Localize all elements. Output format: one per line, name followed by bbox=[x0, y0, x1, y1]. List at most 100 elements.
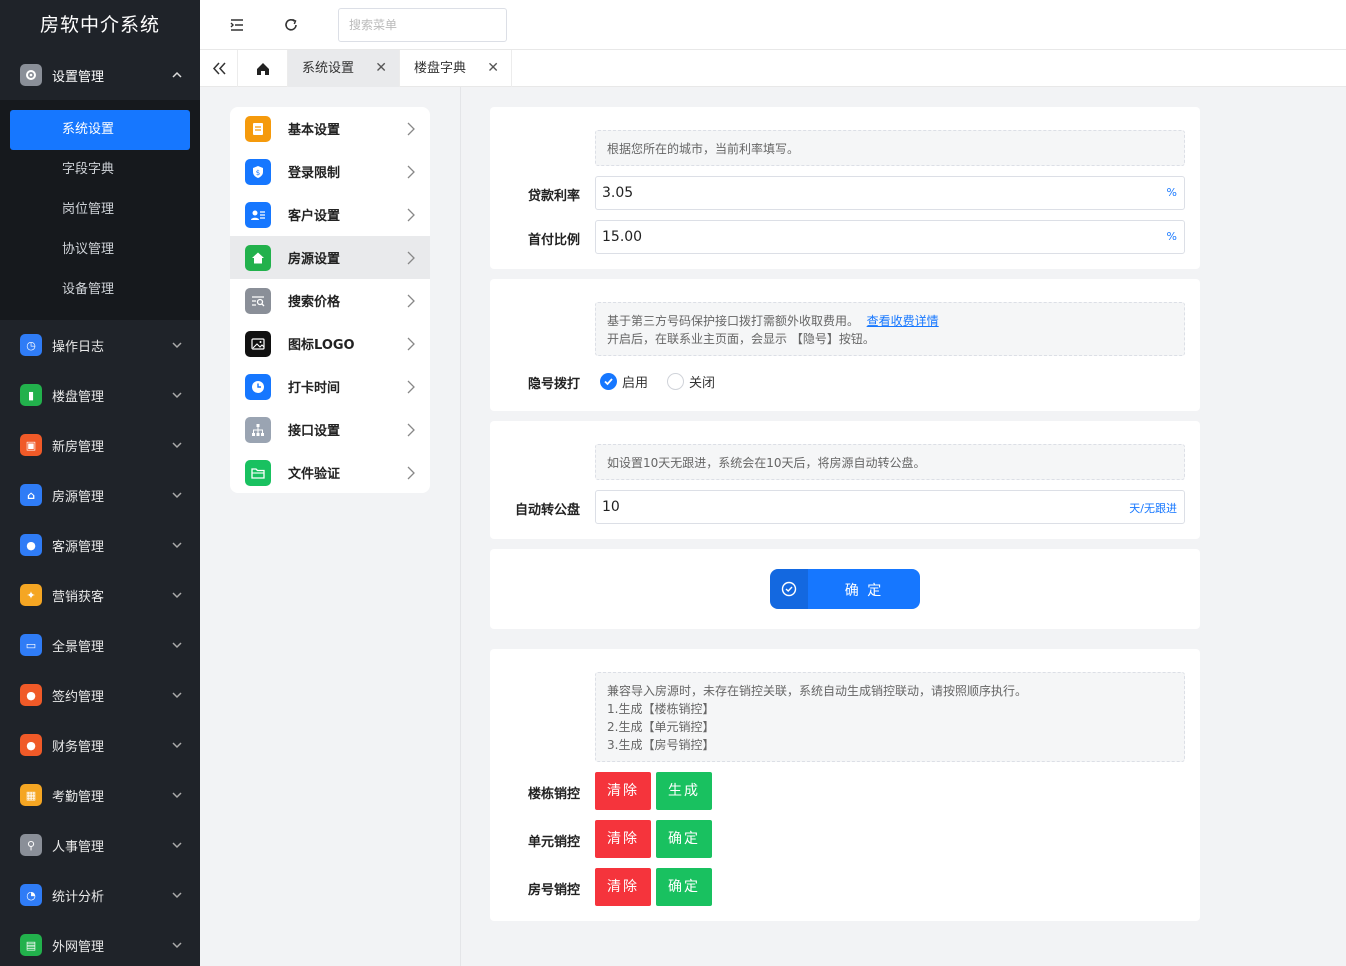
check-circle-icon bbox=[770, 569, 808, 609]
sidebar-group-item[interactable]: ● 客源管理 bbox=[0, 520, 200, 570]
sales-note-line: 1.生成【楼栋销控】 bbox=[607, 702, 715, 716]
sidebar-item-position-management[interactable]: 岗位管理 bbox=[0, 190, 200, 230]
image-icon bbox=[245, 330, 271, 357]
auto-public-note: 如设置10天无跟进，系统会在10天后，将房源自动转公盘。 bbox=[595, 444, 1185, 480]
chevron-down-icon bbox=[172, 392, 182, 399]
chevron-down-icon bbox=[172, 592, 182, 599]
sidebar-group-label: 房源管理 bbox=[52, 489, 105, 505]
sidebar-item-agreement-management[interactable]: 协议管理 bbox=[0, 230, 200, 270]
menu-collapse-icon[interactable] bbox=[228, 16, 246, 34]
loan-rate-input[interactable]: 3.05 % bbox=[595, 176, 1185, 210]
unit-confirm-button[interactable]: 确定 bbox=[656, 820, 712, 858]
hidden-call-card: 基于第三方号码保护接口拨打需额外收取费用。 查看收费详情 开启后，在联系业主页面… bbox=[490, 279, 1200, 411]
double-chevron-left-icon bbox=[212, 62, 226, 75]
auto-public-card: 如设置10天无跟进，系统会在10天后，将房源自动转公盘。 自动转公盘 10 天/… bbox=[490, 421, 1200, 539]
sidebar-group-item[interactable]: ✦ 营销获客 bbox=[0, 570, 200, 620]
search-input[interactable] bbox=[338, 8, 507, 42]
settings-item-search-price[interactable]: 搜索价格 bbox=[230, 279, 430, 322]
chevron-right-icon bbox=[407, 294, 415, 308]
refresh-icon[interactable] bbox=[282, 16, 300, 34]
sidebar-group-item[interactable]: ◔ 统计分析 bbox=[0, 870, 200, 920]
sidebar-group-item[interactable]: ▮ 楼盘管理 bbox=[0, 370, 200, 420]
close-icon[interactable]: ✕ bbox=[487, 50, 499, 87]
settings-item-label: 图标LOGO bbox=[288, 338, 355, 353]
radio-enable[interactable]: 启用 bbox=[600, 372, 648, 391]
panel-divider bbox=[460, 87, 461, 966]
settings-item-customer[interactable]: 客户设置 bbox=[230, 193, 430, 236]
chevron-down-icon bbox=[172, 342, 182, 349]
sidebar-group-label: 人事管理 bbox=[52, 839, 105, 855]
down-payment-input[interactable]: 15.00 % bbox=[595, 220, 1185, 254]
confirm-button[interactable]: 确 定 bbox=[770, 569, 920, 609]
settings-item-logo[interactable]: 图标LOGO bbox=[230, 322, 430, 365]
unit-control-label: 单元销控 bbox=[527, 835, 580, 850]
sidebar-group-item[interactable]: ▭ 全景管理 bbox=[0, 620, 200, 670]
auto-public-unit: 天/无跟进 bbox=[1129, 502, 1177, 515]
settings-item-file-verify[interactable]: 文件验证 bbox=[230, 451, 430, 493]
sidebar-group-item[interactable]: ● 财务管理 bbox=[0, 720, 200, 770]
building-clear-button[interactable]: 清除 bbox=[595, 772, 651, 810]
building-control-label: 楼栋销控 bbox=[527, 787, 580, 802]
sidebar-group-label: 考勤管理 bbox=[52, 789, 105, 805]
settings-item-label: 文件验证 bbox=[288, 467, 341, 482]
room-clear-button[interactable]: 清除 bbox=[595, 868, 651, 906]
sidebar-group-settings[interactable]: 设置管理 bbox=[0, 50, 200, 100]
settings-item-basic[interactable]: 基本设置 bbox=[230, 107, 430, 150]
sidebar-group-label: 操作日志 bbox=[52, 339, 105, 355]
radio-disable[interactable]: 关闭 bbox=[667, 372, 715, 391]
sidebar-group-item[interactable]: ▦ 考勤管理 bbox=[0, 770, 200, 820]
sidebar-group-item[interactable]: ⌂ 房源管理 bbox=[0, 470, 200, 520]
settings-item-clock-in-time[interactable]: 打卡时间 bbox=[230, 365, 430, 408]
sidebar-item-system-settings[interactable]: 系统设置 bbox=[10, 110, 190, 150]
sidebar-group-label: 新房管理 bbox=[52, 439, 105, 455]
sidebar-group-label: 财务管理 bbox=[52, 739, 105, 755]
settings-item-label: 客户设置 bbox=[288, 209, 341, 224]
close-icon[interactable]: ✕ bbox=[375, 50, 387, 87]
settings-gear-icon bbox=[20, 64, 42, 86]
confirm-button-label: 确 定 bbox=[844, 583, 884, 599]
hidden-call-label: 隐号拨打 bbox=[527, 377, 580, 392]
sidebar-group-item[interactable]: ◷ 操作日志 bbox=[0, 320, 200, 370]
sales-control-note: 兼容导入房源时，未存在销控关联，系统自动生成销控联动，请按照顺序执行。 1.生成… bbox=[595, 672, 1185, 762]
sidebar-group-item[interactable]: ▣ 新房管理 bbox=[0, 420, 200, 470]
sidebar-group-icon: ● bbox=[20, 534, 42, 556]
sales-note-line: 3.生成【房号销控】 bbox=[607, 738, 715, 752]
tab-system-settings[interactable]: 系统设置 ✕ bbox=[288, 50, 400, 87]
settings-item-label: 搜索价格 bbox=[288, 295, 341, 310]
hidden-call-note-line2: 开启后，在联系业主页面，会显示 【隐号】按钮。 bbox=[607, 332, 875, 346]
sidebar-group-icon: ▤ bbox=[20, 934, 42, 956]
sidebar-group-item[interactable]: ● 签约管理 bbox=[0, 670, 200, 720]
sidebar-group-label: 签约管理 bbox=[52, 689, 105, 705]
loan-rate-label: 贷款利率 bbox=[527, 189, 580, 204]
sidebar-group-item[interactable]: ▤ 外网管理 bbox=[0, 920, 200, 966]
settings-item-api[interactable]: 接口设置 bbox=[230, 408, 430, 451]
sidebar-group-icon: ✦ bbox=[20, 584, 42, 606]
sidebar-item-device-management[interactable]: 设备管理 bbox=[0, 270, 200, 310]
building-generate-button[interactable]: 生成 bbox=[656, 772, 712, 810]
sidebar-group-item[interactable]: ⚲ 人事管理 bbox=[0, 820, 200, 870]
fee-details-link[interactable]: 查看收费详情 bbox=[867, 314, 939, 328]
hidden-call-note: 基于第三方号码保护接口拨打需额外收取费用。 查看收费详情 开启后，在联系业主页面… bbox=[595, 302, 1185, 356]
sidebar-item-field-dictionary[interactable]: 字段字典 bbox=[0, 150, 200, 190]
room-confirm-button[interactable]: 确定 bbox=[656, 868, 712, 906]
hierarchy-icon bbox=[245, 416, 271, 443]
chevron-up-icon bbox=[172, 71, 182, 78]
tab-home[interactable] bbox=[238, 50, 288, 87]
sidebar-group-label: 外网管理 bbox=[52, 939, 105, 955]
auto-public-input[interactable]: 10 天/无跟进 bbox=[595, 490, 1185, 524]
house-icon bbox=[245, 244, 271, 271]
loan-note: 根据您所在的城市，当前利率填写。 bbox=[595, 130, 1185, 166]
search-list-icon bbox=[245, 287, 271, 314]
settings-item-login-limit[interactable]: $ 登录限制 bbox=[230, 150, 430, 193]
chevron-right-icon bbox=[407, 122, 415, 136]
app-title: 房软中介系统 bbox=[39, 14, 160, 36]
unit-clear-button[interactable]: 清除 bbox=[595, 820, 651, 858]
radio-unchecked-icon bbox=[667, 373, 684, 390]
chevron-down-icon bbox=[172, 442, 182, 449]
sidebar-group-icon: ● bbox=[20, 734, 42, 756]
tab-building-dictionary[interactable]: 楼盘字典 ✕ bbox=[400, 50, 512, 87]
settings-item-label: 登录限制 bbox=[288, 166, 341, 181]
tabs-scroll-left[interactable] bbox=[200, 50, 238, 87]
chevron-right-icon bbox=[407, 423, 415, 437]
settings-item-property[interactable]: 房源设置 bbox=[230, 236, 430, 279]
